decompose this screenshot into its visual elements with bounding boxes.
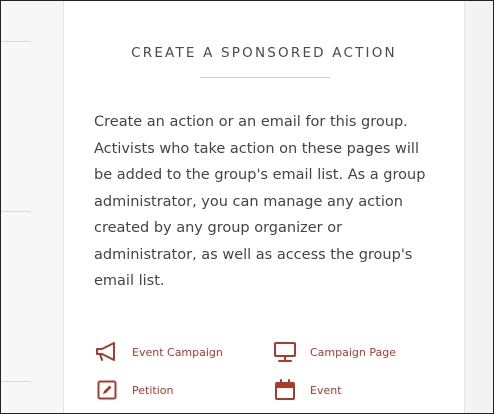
event-link[interactable]: Event [272, 379, 342, 401]
divider [1, 211, 31, 212]
screenshot-frame: CREATE A SPONSORED ACTION Create an acti… [0, 0, 494, 414]
divider [1, 41, 31, 42]
right-background-panel [463, 1, 493, 413]
card-description: Create an action or an email for this gr… [94, 114, 426, 289]
petition-link[interactable]: Petition [94, 379, 173, 401]
pencil-icon [94, 379, 120, 401]
title-divider [200, 77, 330, 78]
divider [1, 381, 31, 382]
event-campaign-link[interactable]: Event Campaign [94, 341, 223, 363]
event-campaign-label: Event Campaign [132, 345, 223, 359]
petition-label: Petition [132, 383, 174, 397]
sponsored-action-card: CREATE A SPONSORED ACTION Create an acti… [63, 1, 465, 413]
megaphone-icon [94, 341, 120, 363]
event-label: Event [310, 383, 342, 397]
left-background-panel [1, 1, 63, 413]
campaign-page-link[interactable]: Campaign Page [272, 341, 396, 363]
card-title: CREATE A SPONSORED ACTION [131, 45, 397, 61]
monitor-icon [272, 341, 298, 363]
calendar-icon [272, 379, 298, 401]
campaign-page-label: Campaign Page [310, 345, 396, 359]
